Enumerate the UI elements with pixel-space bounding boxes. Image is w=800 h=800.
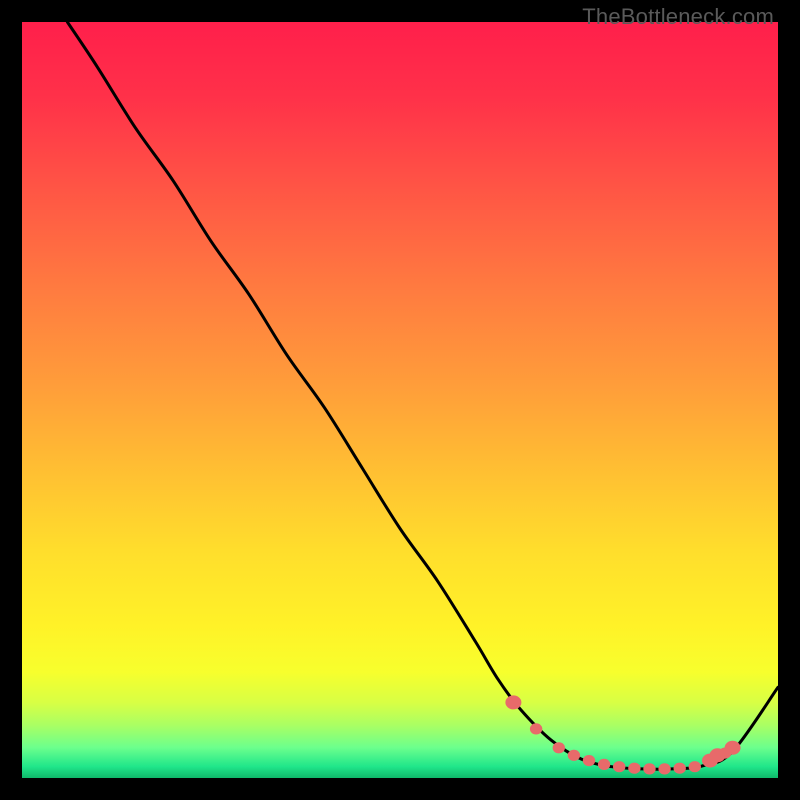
marker-dot <box>658 763 670 774</box>
marker-dot <box>628 763 640 774</box>
marker-dot <box>643 763 655 774</box>
marker-dot <box>568 750 580 761</box>
marker-dot <box>505 695 521 709</box>
marker-dot <box>613 761 625 772</box>
marker-dot <box>530 723 542 734</box>
marker-dot <box>598 759 610 770</box>
marker-dot <box>725 741 741 755</box>
chart-svg <box>22 22 778 778</box>
marker-dot <box>553 742 565 753</box>
marker-dot <box>689 761 701 772</box>
chart-frame <box>22 22 778 778</box>
marker-dot <box>674 763 686 774</box>
watermark-text: TheBottleneck.com <box>582 4 774 30</box>
marker-dot <box>583 755 595 766</box>
gradient-background <box>22 22 778 778</box>
